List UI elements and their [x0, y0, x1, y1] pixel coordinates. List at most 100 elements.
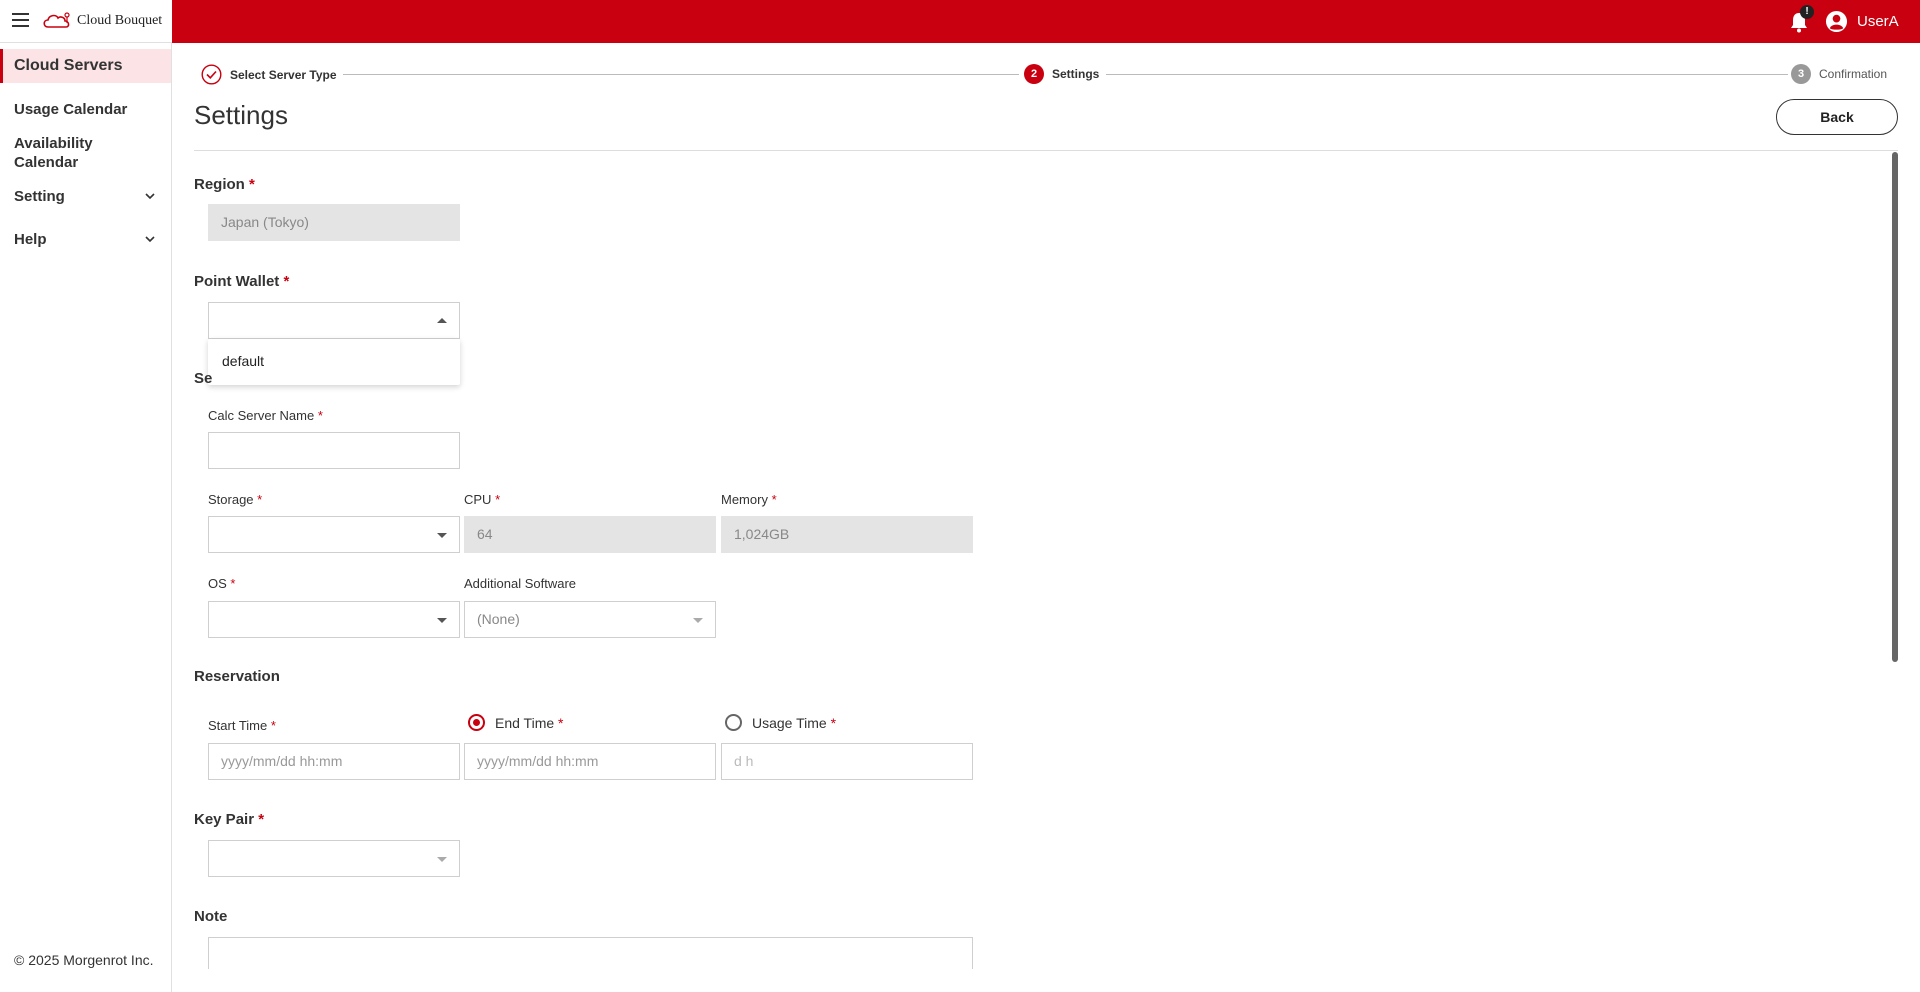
chevron-down-icon: [145, 236, 155, 243]
reservation-label: Reservation: [194, 668, 280, 685]
note-label: Note: [194, 908, 228, 925]
os-label-text: OS: [208, 576, 227, 591]
cpu-label: CPU *: [464, 492, 500, 507]
copyright: © 2025 Morgenrot Inc.: [14, 952, 154, 968]
sidebar: Cloud Servers Usage Calendar Availabilit…: [0, 43, 172, 992]
usage-time-placeholder: d h: [734, 753, 754, 769]
start-time-label: Start Time *: [208, 718, 276, 733]
point-wallet-label-text: Point Wallet: [194, 273, 280, 290]
usage-time-label-text: Usage Time: [752, 714, 827, 731]
server-section-label: Se: [194, 370, 213, 387]
required-mark: *: [230, 576, 236, 591]
scrollbar-thumb[interactable]: [1892, 152, 1898, 662]
region-field: Japan (Tokyo): [208, 204, 460, 241]
required-mark: *: [495, 492, 501, 507]
additional-software-select: (None): [464, 601, 716, 638]
storage-label-text: Storage: [208, 492, 254, 507]
os-select[interactable]: [208, 601, 460, 638]
start-time-placeholder: yyyy/mm/dd hh:mm: [221, 753, 343, 769]
sidebar-item-label: Usage Calendar: [14, 101, 128, 118]
step-label: Select Server Type: [230, 67, 337, 82]
storage-select[interactable]: [208, 516, 460, 553]
brand-name: Cloud Bouquet: [77, 13, 163, 28]
end-time-placeholder: yyyy/mm/dd hh:mm: [477, 753, 599, 769]
sidebar-item-availability-calendar[interactable]: Availability Calendar: [0, 134, 120, 172]
calc-server-name-label-text: Calc Server Name: [208, 408, 315, 423]
sidebar-item-usage-calendar[interactable]: Usage Calendar: [0, 101, 171, 119]
memory-field: 1,024GB: [721, 516, 973, 553]
note-textarea[interactable]: [208, 937, 973, 969]
point-wallet-select[interactable]: [208, 302, 460, 339]
check-circle-icon: [201, 64, 222, 85]
chevron-down-icon: [437, 857, 447, 862]
required-mark: *: [558, 714, 564, 731]
step-label: Confirmation: [1819, 67, 1888, 81]
step-select-server-type: Select Server Type: [201, 64, 337, 85]
chevron-down-icon: [145, 193, 155, 200]
step-number: 3: [1791, 64, 1811, 84]
calc-server-name-label: Calc Server Name *: [208, 408, 323, 423]
os-label: OS *: [208, 576, 235, 591]
sidebar-item-label: Help: [14, 231, 47, 248]
storage-label: Storage *: [208, 492, 262, 507]
key-pair-select[interactable]: [208, 840, 460, 877]
required-mark: *: [257, 492, 263, 507]
chevron-down-icon: [437, 533, 447, 538]
sidebar-item-cloud-servers[interactable]: Cloud Servers: [0, 49, 171, 83]
point-wallet-label: Point Wallet *: [194, 273, 289, 290]
step-confirmation: 3 Confirmation: [1791, 64, 1887, 84]
point-wallet-dropdown: default: [208, 339, 460, 385]
cpu-label-text: CPU: [464, 492, 492, 507]
chevron-down-icon: [693, 618, 703, 623]
sidebar-item-label: Cloud Servers: [14, 57, 123, 74]
dropdown-option-default[interactable]: default: [222, 353, 264, 369]
required-mark: *: [771, 492, 777, 507]
page-title: Settings: [194, 100, 288, 130]
back-button[interactable]: Back: [1776, 99, 1898, 135]
account-icon: [1825, 10, 1848, 33]
sidebar-item-help[interactable]: Help: [0, 231, 171, 249]
stepper-connector: [1106, 74, 1788, 75]
end-time-label-text: End Time: [495, 714, 555, 731]
step-settings: 2 Settings: [1024, 64, 1099, 84]
required-mark: *: [249, 176, 255, 193]
menu-icon[interactable]: [12, 13, 29, 27]
chevron-up-icon: [437, 318, 447, 323]
radio-unchecked-icon: [725, 714, 742, 731]
radio-checked-icon: [468, 714, 485, 731]
required-mark: *: [270, 718, 276, 733]
usage-time-input[interactable]: d h: [721, 743, 973, 780]
memory-label-text: Memory: [721, 492, 768, 507]
title-divider: [194, 150, 1898, 151]
logo[interactable]: Cloud Bouquet: [42, 11, 162, 31]
region-label: Region *: [194, 176, 255, 193]
usage-time-radio[interactable]: Usage Time *: [725, 714, 836, 731]
sidebar-item-label: Setting: [14, 188, 65, 205]
step-number: 2: [1024, 64, 1044, 84]
cpu-field: 64: [464, 516, 716, 553]
additional-software-value: (None): [477, 611, 520, 627]
end-time-input[interactable]: yyyy/mm/dd hh:mm: [464, 743, 716, 780]
stepper-connector: [343, 74, 1019, 75]
end-time-radio[interactable]: End Time *: [468, 714, 563, 731]
top-bar: [0, 0, 1920, 43]
user-menu[interactable]: UserA: [1825, 10, 1899, 33]
memory-label: Memory *: [721, 492, 777, 507]
start-time-label-text: Start Time: [208, 718, 268, 733]
brand-area: Cloud Bouquet: [0, 0, 172, 43]
required-mark: *: [830, 714, 837, 731]
region-label-text: Region: [194, 176, 245, 193]
notification-badge: !: [1800, 5, 1814, 19]
required-mark: *: [317, 408, 323, 423]
calc-server-name-input[interactable]: [208, 432, 460, 469]
sidebar-item-label: Availability Calendar: [14, 135, 93, 171]
cloud-logo-icon: [43, 12, 70, 28]
start-time-input[interactable]: yyyy/mm/dd hh:mm: [208, 743, 460, 780]
user-name: UserA: [1857, 13, 1899, 30]
step-label: Settings: [1052, 67, 1100, 81]
required-mark: *: [258, 811, 265, 828]
required-mark: *: [283, 273, 290, 290]
additional-software-label: Additional Software: [464, 576, 577, 591]
key-pair-label: Key Pair *: [194, 811, 264, 828]
sidebar-item-setting[interactable]: Setting: [0, 188, 171, 206]
